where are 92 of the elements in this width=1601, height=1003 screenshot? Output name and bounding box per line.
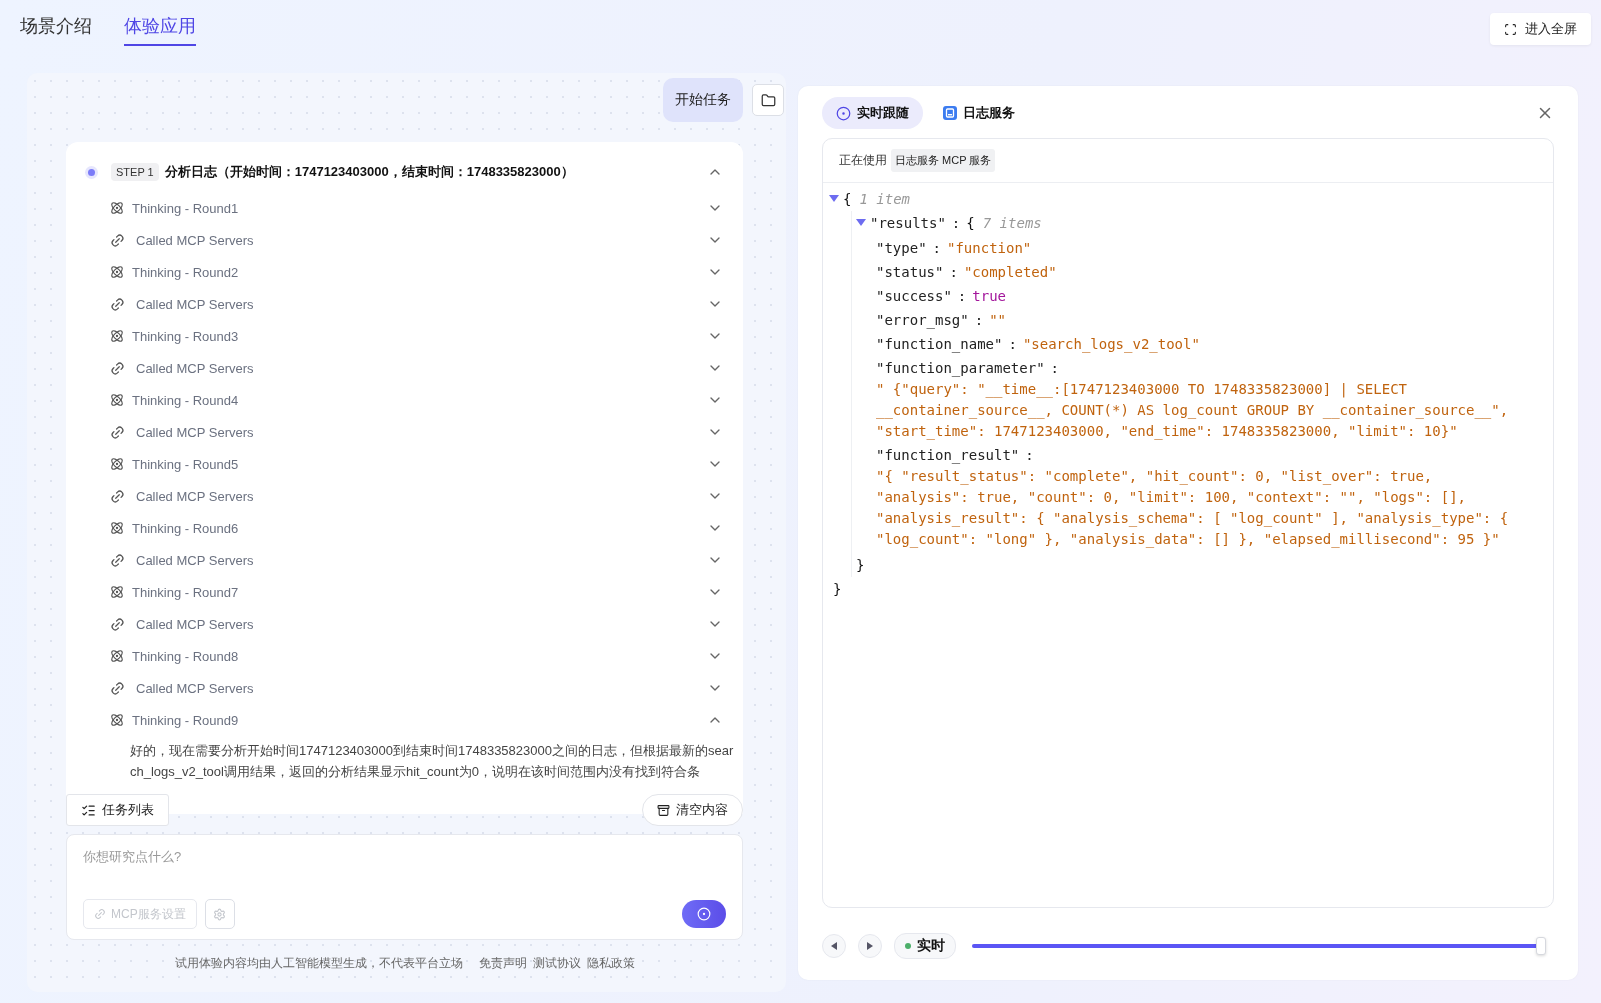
step-item-label[interactable]: Called MCP Servers — [136, 488, 699, 504]
step-item-label[interactable]: Thinking - Round5 — [132, 456, 699, 472]
json-colon: : — [951, 215, 961, 231]
top-tab[interactable]: 体验应用 — [124, 14, 196, 46]
stop-icon — [697, 907, 711, 921]
step-item-label[interactable]: Thinking - Round7 — [132, 584, 699, 600]
step-item-label[interactable]: Called MCP Servers — [136, 360, 699, 376]
item-count: 1 item — [859, 191, 910, 207]
previous-icon — [831, 942, 837, 950]
clear-button[interactable]: 清空内容 — [642, 794, 743, 826]
json-value: true — [972, 288, 1006, 304]
step-item-label[interactable]: Thinking - Round1 — [132, 200, 699, 216]
json-colon: : — [1050, 360, 1059, 376]
footer-link[interactable]: 免责声明 — [478, 955, 527, 972]
task-list-button[interactable]: 任务列表 — [66, 794, 169, 826]
step-item-label[interactable]: Called MCP Servers — [136, 232, 699, 248]
json-value: "" — [989, 312, 1006, 328]
json-key: "status" — [876, 264, 944, 280]
json-colon: : — [1025, 447, 1034, 463]
item-count: 7 items — [982, 215, 1042, 231]
json-key: "type" — [876, 240, 927, 256]
folder-icon — [760, 92, 776, 108]
atom-icon — [110, 585, 124, 599]
service-tag: 日志服务 MCP 服务 — [891, 149, 996, 172]
json-key: "success" — [876, 288, 952, 304]
json-colon: : — [932, 240, 941, 256]
step-item-label[interactable]: Thinking - Round4 — [132, 392, 699, 408]
panel-tab[interactable]: 日志服务 — [929, 97, 1029, 129]
json-value: "{ "result_status": "complete", "hit_count": 0, "list_over": true, "analysis": true, "count": 0, "limit": 100, "context": "", "logs": [], "analysis_result": { "analysis_schema": [ "log_count" ], "analysis_type": { "log_count": "long" }, "analysis_data": [] }, "elapsed_millisecond": 95 }" — [876, 467, 1510, 550]
json-value: " {"query": "__time__:[1747123403000 TO 1748335823000] | SELECT __container_source__, COUNT(*) AS log_count GROUP BY __container_source__", "start_time": 1747123403000, "end_time": 1748335823000, "limit": 10}" — [876, 380, 1510, 442]
json-key: "function_name" — [876, 336, 1003, 352]
step-item-label[interactable]: Thinking - Round6 — [132, 520, 699, 536]
json-key: "results" — [870, 215, 946, 231]
step-item-label[interactable]: Called MCP Servers — [136, 296, 699, 312]
folder-button[interactable] — [752, 84, 784, 116]
json-value: "completed" — [963, 264, 1057, 280]
settings-icon — [213, 907, 227, 921]
slider-thumb[interactable] — [1536, 937, 1546, 955]
top-tab[interactable]: 场景介绍 — [20, 14, 92, 46]
atom-icon — [110, 393, 124, 407]
json-brace: { — [966, 215, 975, 231]
step-item-label[interactable]: Called MCP Servers — [136, 680, 699, 696]
json-brace: { — [843, 191, 852, 207]
checklist-icon — [81, 802, 96, 818]
atom-icon — [110, 265, 124, 279]
atom-icon — [110, 649, 124, 663]
thinking-text: 好的，现在需要分析开始时间1747123403000到结束时间1748335823000之间的日志，但根据最新的search_logs_v2_tool调用结果，返回的分析结果显示hit_count为0，说明在该时间范围内没有找到符合条 — [130, 742, 735, 781]
json-value: "search_logs_v2_tool" — [1022, 336, 1200, 352]
json-colon: : — [974, 312, 984, 328]
previous-button[interactable] — [822, 934, 846, 958]
disclaimer-text: 试用体验内容均由人工智能模型生成，不代表平台立场 — [174, 955, 463, 972]
atom-icon — [110, 521, 124, 535]
step-item-label[interactable]: Called MCP Servers — [136, 424, 699, 440]
atom-icon — [110, 457, 124, 471]
document-icon — [943, 106, 957, 120]
json-colon: : — [949, 264, 958, 280]
json-colon: : — [1008, 336, 1017, 352]
json-colon: : — [957, 288, 967, 304]
expand-triangle-icon[interactable] — [829, 195, 839, 203]
json-key: "function_parameter" — [876, 360, 1045, 376]
send-button[interactable] — [682, 900, 726, 928]
json-brace: } — [856, 557, 865, 573]
atom-icon — [110, 329, 124, 343]
json-brace: } — [833, 581, 842, 597]
json-key: "function_result" — [876, 447, 1020, 463]
step-item-label[interactable]: Called MCP Servers — [136, 552, 699, 568]
target-icon — [836, 105, 851, 121]
fullscreen-button[interactable]: 进入全屏 — [1490, 13, 1591, 45]
panel-tab[interactable]: 实时跟随 — [822, 97, 923, 129]
timeline-slider[interactable] — [972, 936, 1546, 956]
status-dot-icon — [88, 168, 95, 176]
footer-link[interactable]: 隐私政策 — [586, 955, 635, 972]
step-item-label[interactable]: Thinking - Round9 — [132, 712, 699, 728]
next-icon — [867, 942, 873, 950]
user-message: 开始任务 — [663, 78, 743, 122]
footer-link[interactable]: 测试协议 — [532, 955, 581, 972]
step-item-label[interactable]: Thinking - Round2 — [132, 264, 699, 280]
step-item-label[interactable]: Thinking - Round3 — [132, 328, 699, 344]
step-item-label[interactable]: Thinking - Round8 — [132, 648, 699, 664]
next-button[interactable] — [858, 934, 882, 958]
step-item-label[interactable]: Called MCP Servers — [136, 616, 699, 632]
using-label: 正在使用 — [839, 152, 887, 169]
live-chip[interactable]: 实时 — [894, 933, 956, 959]
step-title: 分析日志（开始时间：1747123403000，结束时间：1748335823000） — [164, 163, 575, 181]
json-value: "function" — [947, 240, 1032, 256]
archive-icon — [657, 803, 670, 817]
atom-icon — [110, 201, 124, 215]
fullscreen-icon — [1504, 22, 1517, 36]
atom-icon — [110, 713, 124, 727]
json-key: "error_msg" — [876, 312, 969, 328]
step-badge: STEP 1 — [111, 163, 159, 181]
expand-triangle-icon[interactable] — [856, 219, 866, 227]
